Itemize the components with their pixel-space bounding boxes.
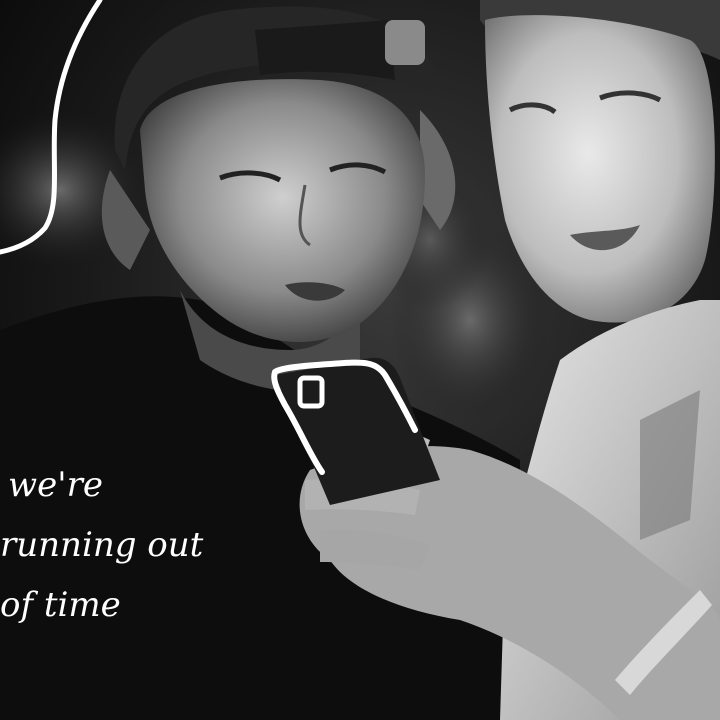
caption-line-1: we're (8, 465, 103, 505)
caption-line-3: of time (0, 585, 121, 625)
handwritten-caption: we're running out of time (0, 455, 204, 635)
caption-line-2: running out (0, 525, 204, 565)
photo-frame: we're running out of time (0, 0, 720, 720)
